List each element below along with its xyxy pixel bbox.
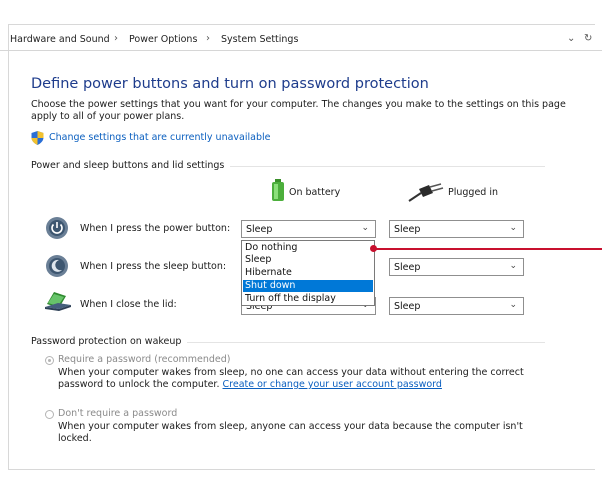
- breadcrumb-power-options[interactable]: Power Options: [129, 34, 197, 45]
- select-value: Sleep: [394, 262, 421, 273]
- power-button-plugged-select[interactable]: Sleep ⌄: [389, 220, 524, 238]
- callout-dot: [370, 245, 377, 252]
- shield-icon: [31, 131, 44, 145]
- sleep-button-label: When I press the sleep button:: [80, 261, 227, 272]
- option-hibernate[interactable]: Hibernate: [243, 267, 373, 279]
- close-lid-plugged-select[interactable]: Sleep ⌄: [389, 297, 524, 315]
- close-lid-label: When I close the lid:: [80, 299, 177, 310]
- page-description: Choose the power settings that you want …: [31, 99, 566, 122]
- dont-require-password-description: When your computer wakes from sleep, any…: [58, 421, 523, 444]
- change-settings-link[interactable]: Change settings that are currently unava…: [49, 132, 270, 143]
- dont-require-password-radio[interactable]: [45, 410, 54, 419]
- sleep-button-plugged-select[interactable]: Sleep ⌄: [389, 258, 524, 276]
- option-shut-down[interactable]: Shut down: [243, 280, 373, 292]
- select-value: Sleep: [394, 224, 421, 235]
- chevron-down-icon: ⌄: [509, 261, 517, 271]
- option-do-nothing[interactable]: Do nothing: [243, 242, 373, 254]
- require-password-label: Require a password (recommended): [58, 354, 231, 365]
- select-value: Sleep: [394, 301, 421, 312]
- refresh-icon[interactable]: ↻: [584, 33, 592, 44]
- battery-icon: [272, 179, 284, 201]
- power-button-label: When I press the power button:: [80, 223, 231, 234]
- laptop-lid-icon: [45, 292, 71, 311]
- plugged-in-header: Plugged in: [448, 187, 499, 198]
- option-turn-off-display[interactable]: Turn off the display: [243, 293, 373, 305]
- breadcrumb-hardware-and-sound[interactable]: Hardware and Sound: [10, 34, 110, 45]
- breadcrumb-system-settings[interactable]: System Settings: [221, 34, 298, 45]
- plug-icon: [408, 183, 444, 202]
- option-sleep[interactable]: Sleep: [243, 254, 373, 266]
- breadcrumb-separator: ›: [114, 33, 118, 44]
- callout-line: [374, 248, 602, 250]
- password-section-title: Password protection on wakeup: [31, 336, 188, 347]
- breadcrumb-separator: ›: [206, 33, 210, 44]
- power-button-dropdown-list[interactable]: Do nothing Sleep Hibernate Shut down Tur…: [241, 240, 375, 306]
- require-password-radio[interactable]: [45, 356, 54, 365]
- on-battery-header: On battery: [289, 187, 341, 198]
- power-button-icon: [46, 217, 68, 239]
- page-title: Define power buttons and turn on passwor…: [31, 76, 429, 92]
- chevron-down-icon: ⌄: [361, 223, 369, 233]
- chevron-down-icon: ⌄: [509, 300, 517, 310]
- sleep-button-icon: [46, 255, 68, 277]
- select-value: Sleep: [246, 224, 273, 235]
- dont-require-password-label: Don't require a password: [58, 408, 178, 419]
- chevron-down-icon: ⌄: [509, 223, 517, 233]
- chevron-down-icon[interactable]: ⌄: [567, 33, 575, 44]
- power-button-battery-select[interactable]: Sleep ⌄: [241, 220, 376, 238]
- power-section-title: Power and sleep buttons and lid settings: [31, 160, 231, 171]
- change-password-link[interactable]: Create or change your user account passw…: [223, 379, 442, 390]
- require-password-description: When your computer wakes from sleep, no …: [58, 367, 548, 391]
